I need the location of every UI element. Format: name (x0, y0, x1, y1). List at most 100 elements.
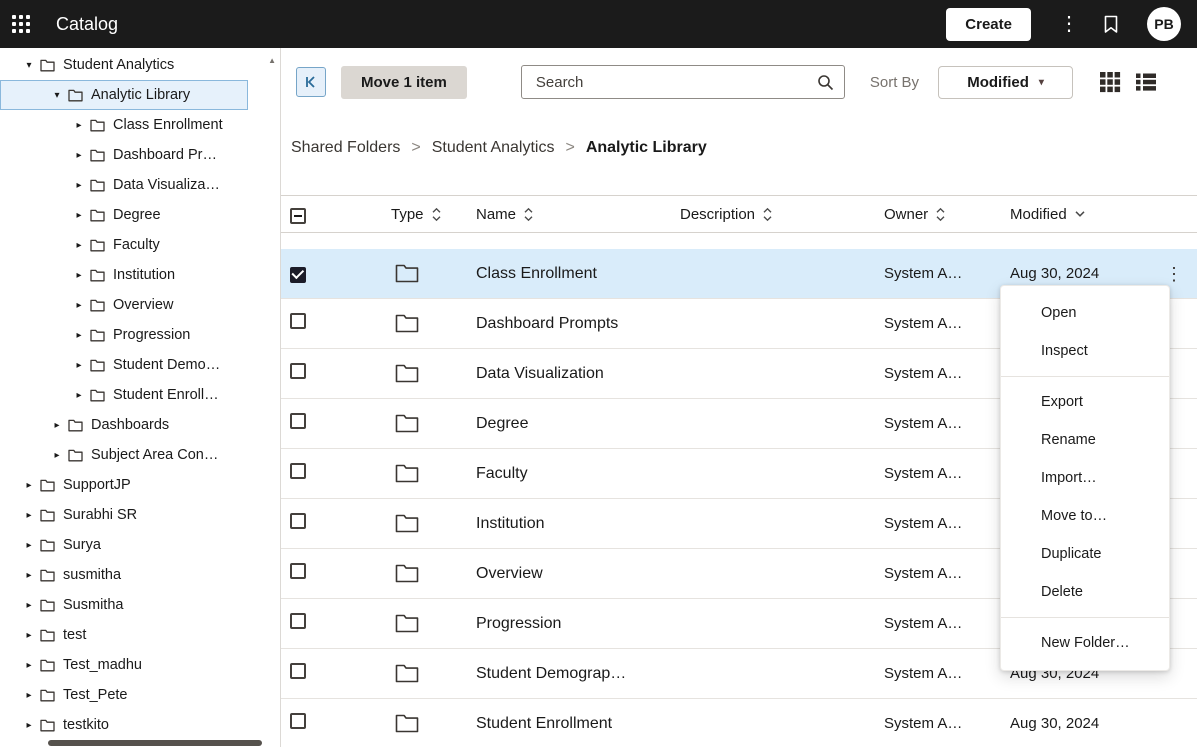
caret-right-icon[interactable]: ▸ (73, 150, 85, 161)
sidebar-item-faculty[interactable]: ▸ Faculty (0, 230, 248, 260)
caret-right-icon[interactable]: ▸ (51, 450, 63, 461)
context-menu-item-import[interactable]: Import… (1001, 459, 1169, 497)
context-menu-item-duplicate[interactable]: Duplicate (1001, 535, 1169, 573)
row-name[interactable]: Dashboard Prompts (466, 315, 670, 333)
column-header-modified[interactable]: Modified (1000, 206, 1151, 223)
row-checkbox[interactable] (290, 713, 306, 729)
caret-right-icon[interactable]: ▸ (73, 180, 85, 191)
context-menu-item-inspect[interactable]: Inspect (1001, 332, 1169, 370)
breadcrumb-student-analytics[interactable]: Student Analytics (432, 139, 555, 157)
sidebar-item-surya[interactable]: ▸ Surya (0, 530, 248, 560)
context-menu-item-delete[interactable]: Delete (1001, 573, 1169, 611)
sidebar-item-degree[interactable]: ▸ Degree (0, 200, 248, 230)
caret-right-icon[interactable]: ▸ (73, 390, 85, 401)
row-name[interactable]: Progression (466, 615, 670, 633)
sidebar-item-test[interactable]: ▸ test (0, 620, 248, 650)
horizontal-scrollbar-thumb[interactable] (48, 740, 262, 746)
caret-right-icon[interactable]: ▸ (23, 720, 35, 731)
sidebar-item-subject-area-contents[interactable]: ▸ Subject Area Con… (0, 440, 248, 470)
caret-right-icon[interactable]: ▸ (51, 420, 63, 431)
row-name[interactable]: Overview (466, 565, 670, 583)
bookmark-icon[interactable] (1097, 14, 1125, 35)
context-menu-item-export[interactable]: Export (1001, 383, 1169, 421)
sidebar-item-test-madhu[interactable]: ▸ Test_madhu (0, 650, 248, 680)
search-input[interactable] (534, 73, 817, 92)
caret-right-icon[interactable]: ▸ (23, 690, 35, 701)
scroll-up-icon[interactable]: ▲ (268, 56, 276, 65)
caret-right-icon[interactable]: ▸ (73, 300, 85, 311)
grid-view-icon[interactable] (1099, 71, 1121, 93)
caret-right-icon[interactable]: ▸ (23, 600, 35, 611)
sidebar-item-overview[interactable]: ▸ Overview (0, 290, 248, 320)
sidebar-item-testkito[interactable]: ▸ testkito (0, 710, 248, 740)
row-checkbox[interactable] (290, 413, 306, 429)
overflow-menu-icon[interactable]: ⋮ (1053, 13, 1077, 35)
caret-right-icon[interactable]: ▸ (23, 570, 35, 581)
sidebar-item-dashboard-prompts[interactable]: ▸ Dashboard Pr… (0, 140, 248, 170)
caret-right-icon[interactable]: ▸ (23, 540, 35, 551)
sidebar-item-progression[interactable]: ▸ Progression (0, 320, 248, 350)
caret-right-icon[interactable]: ▸ (23, 510, 35, 521)
search-box[interactable] (521, 65, 845, 99)
caret-right-icon[interactable]: ▸ (73, 360, 85, 371)
row-actions-kebab-icon[interactable]: ⋮ (1165, 265, 1183, 283)
list-view-icon[interactable] (1135, 71, 1157, 93)
row-name[interactable]: Institution (466, 515, 670, 533)
sidebar-item-class-enrollment[interactable]: ▸ Class Enrollment (0, 110, 248, 140)
breadcrumb-shared-folders[interactable]: Shared Folders (291, 139, 400, 157)
row-checkbox[interactable] (290, 463, 306, 479)
column-header-type[interactable]: Type (381, 206, 466, 223)
caret-right-icon[interactable]: ▸ (73, 210, 85, 221)
sidebar-item-institution[interactable]: ▸ Institution (0, 260, 248, 290)
row-name[interactable]: Student Enrollment (466, 715, 670, 733)
row-checkbox[interactable] (290, 267, 306, 283)
sidebar-item-supportjp[interactable]: ▸ SupportJP (0, 470, 248, 500)
sidebar-item-dashboards[interactable]: ▸ Dashboards (0, 410, 248, 440)
row-checkbox[interactable] (290, 513, 306, 529)
sidebar-item-test-pete[interactable]: ▸ Test_Pete (0, 680, 248, 710)
table-row[interactable]: Student Enrollment System A… Aug 30, 202… (281, 699, 1197, 747)
caret-right-icon[interactable]: ▸ (73, 330, 85, 341)
move-items-button[interactable]: Move 1 item (341, 66, 467, 99)
caret-right-icon[interactable]: ▸ (73, 270, 85, 281)
caret-right-icon[interactable]: ▸ (73, 120, 85, 131)
context-menu-item-rename[interactable]: Rename (1001, 421, 1169, 459)
caret-right-icon[interactable]: ▸ (23, 660, 35, 671)
sidebar-item-student-demographics[interactable]: ▸ Student Demo… (0, 350, 248, 380)
context-menu-item-new-folder[interactable]: New Folder… (1001, 624, 1169, 662)
search-icon[interactable] (817, 74, 834, 91)
column-header-owner[interactable]: Owner (874, 206, 1000, 223)
row-checkbox[interactable] (290, 363, 306, 379)
caret-right-icon[interactable]: ▸ (23, 480, 35, 491)
sidebar-item-analytic-library[interactable]: ▾ Analytic Library (0, 80, 248, 110)
sidebar-item-data-visualization[interactable]: ▸ Data Visualiza… (0, 170, 248, 200)
context-menu-item-open[interactable]: Open (1001, 294, 1169, 332)
row-checkbox[interactable] (290, 663, 306, 679)
row-name[interactable]: Degree (466, 415, 670, 433)
sidebar-item-student-enrollment[interactable]: ▸ Student Enroll… (0, 380, 248, 410)
sidebar-item-susmitha-lower[interactable]: ▸ susmitha (0, 560, 248, 590)
caret-right-icon[interactable]: ▸ (73, 240, 85, 251)
sort-dropdown[interactable]: Modified ▾ (938, 66, 1073, 99)
select-all-checkbox[interactable] (290, 208, 306, 224)
sidebar-item-surabhi-sr[interactable]: ▸ Surabhi SR (0, 500, 248, 530)
app-launcher-icon[interactable] (12, 15, 30, 33)
row-checkbox[interactable] (290, 613, 306, 629)
column-header-name[interactable]: Name (466, 206, 670, 223)
sidebar-item-susmitha-upper[interactable]: ▸ Susmitha (0, 590, 248, 620)
row-name[interactable]: Data Visualization (466, 365, 670, 383)
row-name[interactable]: Faculty (466, 465, 670, 483)
caret-right-icon[interactable]: ▸ (23, 630, 35, 641)
context-menu-item-move-to[interactable]: Move to… (1001, 497, 1169, 535)
column-header-description[interactable]: Description (670, 206, 874, 223)
row-checkbox[interactable] (290, 563, 306, 579)
collapse-pane-button[interactable] (296, 67, 326, 97)
row-checkbox[interactable] (290, 313, 306, 329)
avatar[interactable]: PB (1147, 7, 1181, 41)
caret-down-icon[interactable]: ▾ (23, 60, 35, 71)
create-button[interactable]: Create (946, 8, 1031, 41)
row-name[interactable]: Student Demograp… (466, 665, 670, 683)
row-name[interactable]: Class Enrollment (466, 265, 670, 283)
caret-down-icon[interactable]: ▾ (51, 90, 63, 101)
sidebar-item-student-analytics[interactable]: ▾ Student Analytics (0, 50, 248, 80)
